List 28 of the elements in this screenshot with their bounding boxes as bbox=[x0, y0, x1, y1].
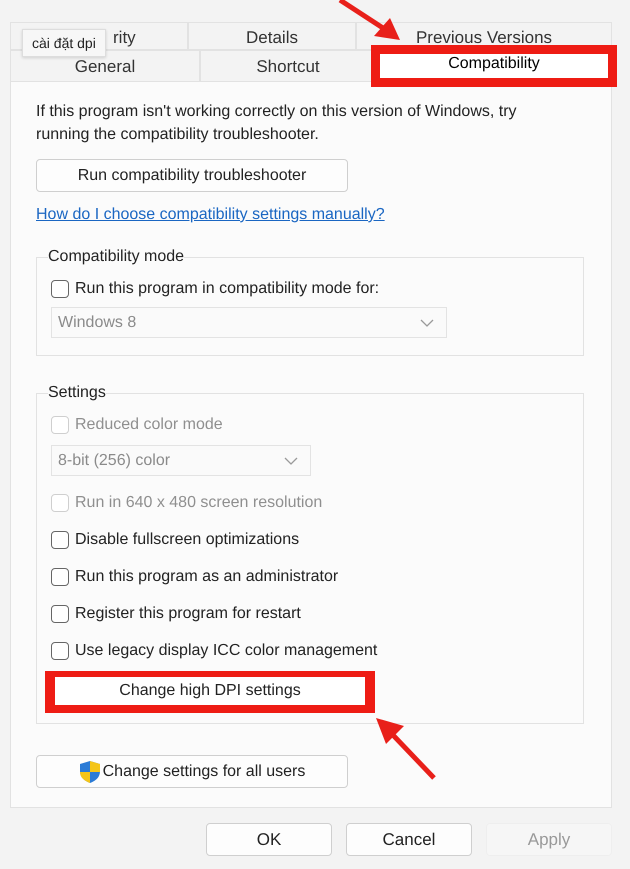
group-title: Compatibility mode bbox=[48, 248, 184, 266]
checkbox-label: Use legacy display ICC color management bbox=[75, 642, 378, 660]
chevron-icon bbox=[284, 456, 298, 464]
checkbox-label: Disable fullscreen optimizations bbox=[75, 530, 300, 548]
intro-text: If this program isn't working correctly on this version of Windows, try running the compatibility troubleshooter. bbox=[36, 102, 518, 145]
group-title: Settings bbox=[48, 384, 106, 402]
help-link[interactable]: How do I choose compatibility settings manually? bbox=[36, 206, 385, 224]
all-users-button[interactable]: Change settings for all users bbox=[36, 755, 348, 788]
dialog-button[interactable]: OK bbox=[206, 823, 332, 856]
tab[interactable]: General bbox=[10, 50, 200, 82]
checkbox[interactable] bbox=[51, 642, 69, 660]
dialog-button[interactable]: Cancel bbox=[346, 823, 472, 856]
checkbox[interactable] bbox=[51, 530, 69, 548]
checkbox-label: Run this program as an administrator bbox=[75, 568, 338, 586]
troubleshooter-button[interactable]: Run compatibility troubleshooter bbox=[36, 159, 348, 192]
checkbox[interactable] bbox=[51, 604, 69, 622]
checkbox[interactable] bbox=[51, 280, 69, 298]
shield-icon bbox=[78, 760, 101, 784]
tooltip: cài đặt dpi bbox=[22, 29, 106, 57]
checkbox-label: Register this program for restart bbox=[75, 604, 301, 622]
tab[interactable]: Details bbox=[188, 22, 356, 50]
arrow bbox=[374, 716, 438, 782]
checkbox-label: Reduced color mode bbox=[75, 416, 223, 434]
checkbox[interactable] bbox=[51, 568, 69, 586]
chevron-icon bbox=[420, 318, 434, 326]
checkbox-label: Run this program in compatibility mode for: bbox=[75, 280, 380, 298]
dpi-settings-button[interactable]: Change high DPI settings bbox=[55, 677, 365, 705]
checkbox-label: Run in 640 x 480 screen resolution bbox=[75, 494, 322, 512]
